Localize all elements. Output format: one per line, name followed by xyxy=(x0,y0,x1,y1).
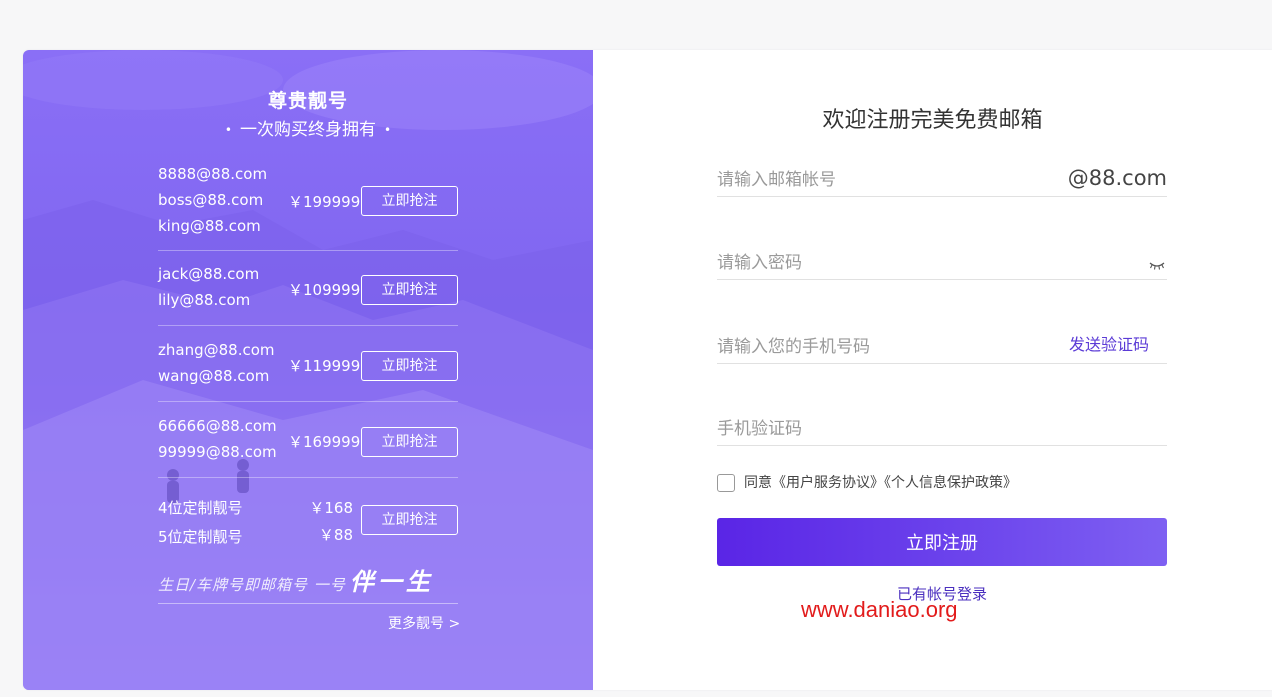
register-now-button[interactable]: 立即抢注 xyxy=(361,186,458,216)
email-list: 8888@88.com boss@88.com king@88.com xyxy=(158,161,267,239)
register-card: 尊贵靓号 • 一次购买终身拥有 • 8888@88.com boss@88.com … xyxy=(23,50,1272,690)
email-item: 8888@88.com xyxy=(158,165,268,183)
custom-4-price: ￥168 xyxy=(309,499,353,517)
price: ￥199999 xyxy=(288,193,361,211)
password-field xyxy=(717,240,1167,280)
send-code-link[interactable]: 发送验证码 xyxy=(1069,331,1149,355)
price: ￥109999 xyxy=(288,281,361,299)
slogan: 生日/车牌号即邮箱号 一号 伴一生 xyxy=(158,562,458,604)
code-field xyxy=(717,406,1167,446)
email-item: jack@88.com xyxy=(158,265,260,283)
dot-icon: • xyxy=(224,123,232,137)
sms-code-input[interactable] xyxy=(717,419,1057,439)
promo-subtitle: • 一次购买终身拥有 • xyxy=(23,115,593,140)
number-group: 8888@88.com boss@88.com king@88.com ￥199… xyxy=(158,161,458,251)
custom-5-label: 5位定制靓号 xyxy=(158,528,243,546)
email-item: 66666@88.com xyxy=(158,417,277,435)
email-input[interactable] xyxy=(717,170,1057,190)
email-item: wang@88.com xyxy=(158,367,270,385)
dot-icon: • xyxy=(384,123,392,137)
agreement-text[interactable]: 同意《用户服务协议》《个人信息保护政策》 xyxy=(744,474,1017,492)
email-item: king@88.com xyxy=(158,217,261,235)
custom-4-label: 4位定制靓号 xyxy=(158,499,243,517)
number-group: jack@88.com lily@88.com ￥109999 立即抢注 xyxy=(158,261,458,326)
slogan-big: 伴一生 xyxy=(349,567,434,596)
email-item: zhang@88.com xyxy=(158,341,275,359)
price: ￥119999 xyxy=(288,357,361,375)
number-group: 66666@88.com 99999@88.com ￥169999 立即抢注 xyxy=(158,413,458,478)
register-now-button[interactable]: 立即抢注 xyxy=(361,351,458,381)
custom-5-price: ￥88 xyxy=(318,526,353,544)
promo-title: 尊贵靓号 xyxy=(267,90,348,112)
premium-number-panel: 尊贵靓号 • 一次购买终身拥有 • 8888@88.com boss@88.com … xyxy=(23,50,593,690)
register-submit-button[interactable]: 立即注册 xyxy=(717,518,1167,566)
email-field: @88.com xyxy=(717,157,1167,197)
email-list: jack@88.com lily@88.com xyxy=(158,261,259,313)
more-numbers-link[interactable]: 更多靓号 > xyxy=(388,613,460,633)
phone-input[interactable] xyxy=(717,337,1057,357)
eye-closed-icon[interactable] xyxy=(1149,261,1165,271)
custom-number-group: 4位定制靓号 ￥168 5位定制靓号 ￥88 立即抢注 xyxy=(158,495,458,555)
register-now-button[interactable]: 立即抢注 xyxy=(361,505,458,535)
email-list: zhang@88.com wang@88.com xyxy=(158,337,275,389)
email-item: boss@88.com xyxy=(158,191,264,209)
price: ￥169999 xyxy=(288,433,361,451)
form-title: 欢迎注册完美免费邮箱 xyxy=(822,108,1043,133)
slogan-small: 生日/车牌号即邮箱号 一号 xyxy=(158,576,346,594)
register-now-button[interactable]: 立即抢注 xyxy=(361,275,458,305)
promo-subtitle-text: 一次购买终身拥有 xyxy=(240,120,376,140)
email-list: 66666@88.com 99999@88.com xyxy=(158,413,277,465)
watermark: www.daniao.org xyxy=(801,597,958,622)
agree-checkbox[interactable] xyxy=(717,474,735,492)
email-item: lily@88.com xyxy=(158,291,251,309)
number-group: zhang@88.com wang@88.com ￥119999 立即抢注 xyxy=(158,337,458,402)
email-suffix: @88.com xyxy=(1067,166,1167,190)
email-item: 99999@88.com xyxy=(158,443,277,461)
register-now-button[interactable]: 立即抢注 xyxy=(361,427,458,457)
phone-field: 发送验证码 xyxy=(717,324,1167,364)
password-input[interactable] xyxy=(717,253,1057,273)
